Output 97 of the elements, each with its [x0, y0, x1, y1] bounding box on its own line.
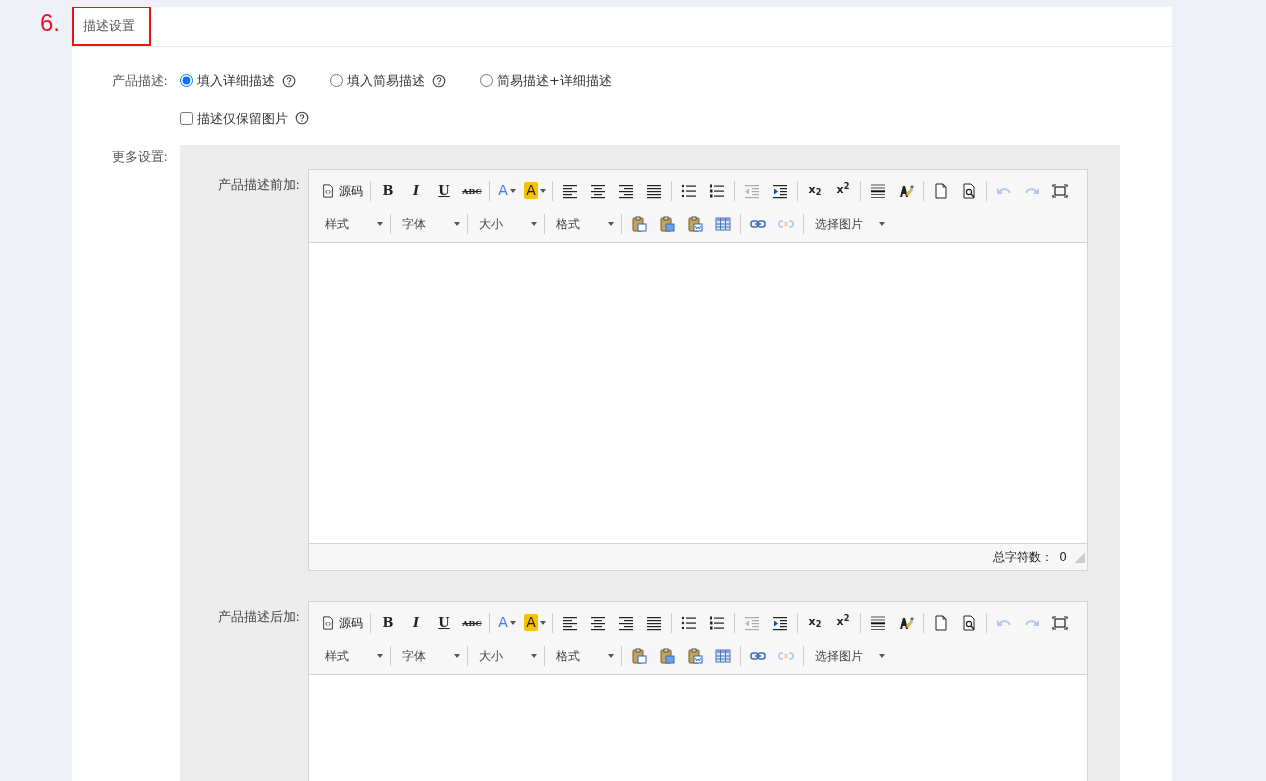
horizontal-rule-icon: [870, 614, 886, 631]
outdent-icon: [744, 182, 760, 199]
clipboard-icon: [659, 647, 675, 664]
align-left-icon: [562, 182, 578, 199]
italic-button[interactable]: I: [402, 611, 430, 634]
caret-icon: [879, 221, 885, 226]
clipboard-icon: [687, 215, 703, 232]
superscript-button[interactable]: x$^{2}$: [829, 179, 857, 202]
dropdown-button[interactable]: 样式: [317, 212, 387, 235]
indent-icon: [772, 614, 788, 631]
dropdown-button[interactable]: 选择图片: [807, 644, 889, 667]
clipboard-icon: [631, 215, 647, 232]
fullscreen-icon: [1052, 614, 1068, 631]
paintbrush-icon: [898, 614, 914, 631]
highlight-color-button[interactable]: A: [521, 611, 549, 634]
caret-icon: [539, 620, 546, 625]
character-count-label: 总字符数：: [993, 549, 1054, 566]
strikethrough-button[interactable]: ABC: [458, 611, 486, 634]
caret-icon: [608, 221, 614, 226]
align-right-icon: [618, 182, 634, 199]
dropdown-button[interactable]: 大小: [471, 212, 541, 235]
clipboard-icon: [659, 215, 675, 232]
caret-icon: [531, 221, 537, 226]
dropdown-button[interactable]: 大小: [471, 644, 541, 667]
help-icon: [295, 111, 309, 126]
caret-icon: [454, 653, 460, 658]
justify-icon: [646, 614, 662, 631]
character-count: 0: [1059, 549, 1067, 566]
code-file-icon: [321, 615, 335, 630]
option-label: 填入详细描述: [197, 72, 275, 90]
table-icon: [715, 215, 731, 232]
preview-icon: [961, 182, 977, 199]
checkbox-label: 描述仅保留图片: [197, 109, 288, 128]
align-center-icon: [590, 614, 606, 631]
font-color-button[interactable]: A: [493, 611, 521, 634]
source-code-button[interactable]: 源码: [317, 179, 367, 202]
bold-button[interactable]: B: [374, 179, 402, 202]
option-label: 简易描述+详细描述: [497, 72, 612, 90]
subscript-button[interactable]: x$_{2}$: [801, 179, 829, 202]
caret-icon: [539, 188, 546, 193]
source-code-button[interactable]: 源码: [317, 611, 367, 634]
checkbox[interactable]: [180, 111, 193, 125]
field-label: 产品描述后加:: [216, 608, 301, 626]
option-label: 填入简易描述: [347, 72, 425, 90]
underline-button[interactable]: U: [430, 611, 458, 634]
radio-button[interactable]: [330, 74, 343, 88]
indent-icon: [772, 182, 788, 199]
font-color-button[interactable]: A: [493, 179, 521, 202]
section-title: 描述设置: [72, 7, 151, 46]
dropdown-button[interactable]: 样式: [317, 644, 387, 667]
caret-icon: [509, 620, 516, 625]
help-icon: [432, 73, 446, 88]
field-label: 产品描述:: [110, 72, 169, 90]
clipboard-icon: [687, 647, 703, 664]
step-number: 6.: [39, 8, 61, 38]
dropdown-button[interactable]: 格式: [548, 212, 618, 235]
document-icon: [933, 182, 949, 199]
caret-icon: [377, 653, 383, 658]
dropdown-button[interactable]: 选择图片: [807, 212, 889, 235]
align-center-icon: [590, 182, 606, 199]
subscript-button[interactable]: x$_{2}$: [801, 611, 829, 634]
preview-icon: [961, 614, 977, 631]
bulleted-list-icon: [681, 614, 697, 631]
caret-icon: [454, 221, 460, 226]
help-icon: [282, 73, 296, 88]
justify-icon: [646, 182, 662, 199]
code-file-icon: [321, 183, 335, 198]
table-icon: [715, 647, 731, 664]
italic-button[interactable]: I: [402, 179, 430, 202]
align-left-icon: [562, 614, 578, 631]
bold-button[interactable]: B: [374, 611, 402, 634]
field-label: 更多设置:: [110, 148, 169, 166]
dropdown-button[interactable]: 字体: [394, 212, 464, 235]
dropdown-button[interactable]: 字体: [394, 644, 464, 667]
paintbrush-icon: [898, 182, 914, 199]
caret-icon: [879, 653, 885, 658]
superscript-button[interactable]: x$^{2}$: [829, 611, 857, 634]
field-label: 产品描述前加:: [216, 176, 301, 194]
numbered-list-icon: [709, 182, 725, 199]
fullscreen-icon: [1052, 182, 1068, 199]
caret-icon: [608, 653, 614, 658]
dropdown-button[interactable]: 格式: [548, 644, 618, 667]
radio-button[interactable]: [480, 74, 493, 88]
document-icon: [933, 614, 949, 631]
caret-icon: [509, 188, 516, 193]
bulleted-list-icon: [681, 182, 697, 199]
underline-button[interactable]: U: [430, 179, 458, 202]
radio-button[interactable]: [180, 74, 193, 88]
clipboard-icon: [631, 647, 647, 664]
align-right-icon: [618, 614, 634, 631]
strikethrough-button[interactable]: ABC: [458, 179, 486, 202]
caret-icon: [377, 221, 383, 226]
caret-icon: [531, 653, 537, 658]
outdent-icon: [744, 614, 760, 631]
highlight-color-button[interactable]: A: [521, 179, 549, 202]
horizontal-rule-icon: [870, 182, 886, 199]
numbered-list-icon: [709, 614, 725, 631]
